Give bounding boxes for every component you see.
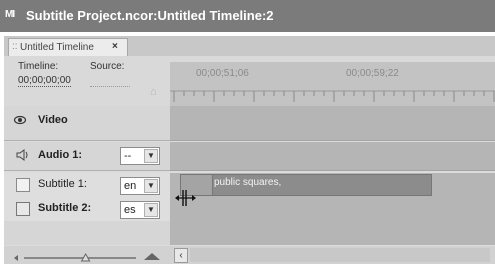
ruler-ticks <box>170 90 495 102</box>
speaker-icon-glyph <box>16 149 28 161</box>
video-track-label: Video <box>38 114 68 126</box>
video-track-area[interactable] <box>170 106 495 141</box>
subtitle2-select-value: es <box>124 204 136 216</box>
zoom-slider[interactable] <box>10 249 170 263</box>
ruler-timecode: 00;00;59;22 <box>346 68 399 79</box>
tab-untitled-timeline[interactable]: :: Untitled Timeline × <box>8 38 128 57</box>
tab-close-icon[interactable]: × <box>112 41 118 52</box>
window-title: Subtitle Project.ncor:Untitled Timeline:… <box>26 8 274 23</box>
add-marker-icon[interactable]: ⌂ <box>150 86 162 98</box>
eye-icon[interactable] <box>13 115 27 128</box>
ruler-timecode: 00;00;51;06 <box>196 68 249 79</box>
subtitle1-track-label: Subtitle 1: <box>38 178 87 190</box>
zoom-bar: ‹ <box>4 246 495 264</box>
scroll-left-button[interactable]: ‹ <box>174 248 188 263</box>
zoom-out-icon[interactable] <box>14 255 18 261</box>
source-timecode-field[interactable] <box>90 75 130 87</box>
tab-grip-icon[interactable]: :: <box>12 41 18 52</box>
speaker-icon[interactable] <box>16 149 30 164</box>
subtitle-clip-text: public squares, <box>214 177 282 188</box>
chevron-down-icon[interactable]: ▼ <box>144 203 158 217</box>
app-icon: MI <box>5 9 15 20</box>
subtitle1-language-select[interactable]: en ▼ <box>120 177 160 195</box>
subtitle-track-icon[interactable] <box>16 202 30 216</box>
timeline-timecode[interactable]: 00;00;00;00 <box>18 75 71 87</box>
subtitle2-track-area[interactable] <box>170 197 495 222</box>
zoom-in-icon[interactable] <box>144 253 160 260</box>
audio1-track-area[interactable] <box>170 142 495 171</box>
timeline-label: Timeline: <box>18 61 59 72</box>
subtitle1-select-value: en <box>124 180 137 192</box>
audio1-select-value: -- <box>124 150 132 162</box>
tab-label: Untitled Timeline <box>20 42 94 53</box>
chevron-down-icon[interactable]: ▼ <box>144 179 158 193</box>
audio1-track-label: Audio 1: <box>38 149 82 161</box>
timeline-panel: :: Untitled Timeline × Timeline: Source:… <box>4 36 495 264</box>
window-titlebar: MI Subtitle Project.ncor:Untitled Timeli… <box>0 0 495 32</box>
chevron-down-icon[interactable]: ▼ <box>144 149 158 163</box>
horizontal-scrollbar[interactable] <box>190 248 490 262</box>
subtitle-clip[interactable]: public squares, <box>212 174 432 196</box>
subtitle1-track-header[interactable]: Subtitle 1: en ▼ <box>4 173 170 198</box>
video-track-header[interactable]: Video <box>4 106 170 141</box>
subtitle2-track-header[interactable]: Subtitle 2: es ▼ <box>4 197 170 222</box>
audio1-language-select[interactable]: -- ▼ <box>120 147 160 165</box>
empty-track-area <box>170 221 495 245</box>
subtitle2-track-label: Subtitle 2: <box>38 202 92 214</box>
trim-cursor-icon <box>175 190 196 206</box>
eye-icon-glyph <box>13 115 27 125</box>
audio1-track-header[interactable]: Audio 1: -- ▼ <box>4 142 170 171</box>
subtitle1-track-area[interactable]: public squares, <box>170 173 495 198</box>
source-label: Source: <box>90 61 125 72</box>
tab-strip: :: Untitled Timeline × <box>4 36 495 57</box>
subtitle2-language-select[interactable]: es ▼ <box>120 201 160 219</box>
subtitle1-toggle-checkbox[interactable] <box>16 178 30 192</box>
time-ruler[interactable]: 00;00;51;06 00;00;59;22 <box>170 62 495 106</box>
empty-track-header <box>4 221 170 245</box>
